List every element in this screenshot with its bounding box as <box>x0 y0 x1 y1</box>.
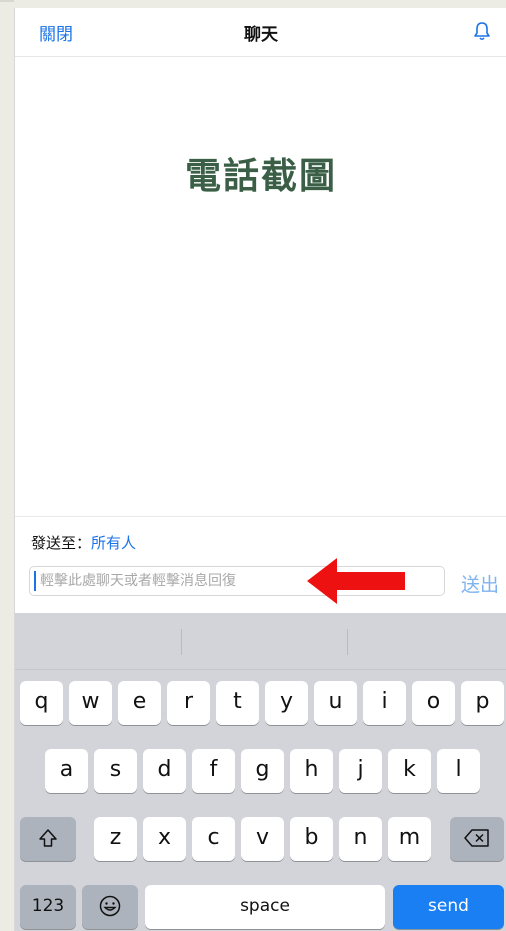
emoji-icon <box>99 895 121 917</box>
text-caret <box>34 571 36 591</box>
key-t[interactable]: t <box>216 681 259 725</box>
backspace-icon <box>464 829 489 847</box>
bell-icon[interactable] <box>471 20 493 42</box>
key-e[interactable]: e <box>118 681 161 725</box>
key-d[interactable]: d <box>143 749 186 793</box>
key-p[interactable]: p <box>461 681 504 725</box>
key-v[interactable]: v <box>241 817 284 861</box>
page-title: 聊天 <box>244 25 278 45</box>
send-button[interactable]: 送出 <box>461 570 499 597</box>
key-i[interactable]: i <box>363 681 406 725</box>
key-a[interactable]: a <box>45 749 88 793</box>
key-y[interactable]: y <box>265 681 308 725</box>
key-s[interactable]: s <box>94 749 137 793</box>
numbers-key[interactable]: 123 <box>20 885 76 929</box>
key-r[interactable]: r <box>167 681 210 725</box>
on-screen-keyboard: q w e r t y u i o p a s d f g h j k l z … <box>15 613 506 931</box>
space-key[interactable]: space <box>145 885 385 929</box>
key-o[interactable]: o <box>412 681 455 725</box>
key-m[interactable]: m <box>388 817 431 861</box>
key-c[interactable]: c <box>192 817 235 861</box>
backspace-key[interactable] <box>450 817 504 861</box>
frame-edge <box>0 0 14 2</box>
shift-key[interactable] <box>20 817 76 861</box>
key-l[interactable]: l <box>437 749 480 793</box>
divider <box>15 516 506 517</box>
key-x[interactable]: x <box>143 817 186 861</box>
key-u[interactable]: u <box>314 681 357 725</box>
chat-message-area: 電話截圖 <box>15 57 506 517</box>
suggestion-separator <box>347 629 348 655</box>
key-b[interactable]: b <box>290 817 333 861</box>
key-n[interactable]: n <box>339 817 382 861</box>
screenshot-caption: 電話截圖 <box>184 156 337 197</box>
phone-screen: 關閉 聊天 電話截圖 發送至：所有人 送出 q w e r t y <box>14 8 506 931</box>
chat-header: 關閉 聊天 <box>15 8 506 57</box>
key-f[interactable]: f <box>192 749 235 793</box>
key-j[interactable]: j <box>339 749 382 793</box>
emoji-key[interactable] <box>82 885 138 929</box>
suggestion-separator <box>181 629 182 655</box>
shift-icon <box>39 829 57 847</box>
red-arrow-left-icon <box>307 558 405 604</box>
send-to-label: 發送至： <box>31 534 92 552</box>
send-to-row: 發送至：所有人 <box>31 532 136 553</box>
send-to-target[interactable]: 所有人 <box>91 534 136 552</box>
key-q[interactable]: q <box>20 681 63 725</box>
key-w[interactable]: w <box>69 681 112 725</box>
key-k[interactable]: k <box>388 749 431 793</box>
key-g[interactable]: g <box>241 749 284 793</box>
key-h[interactable]: h <box>290 749 333 793</box>
suggestion-bar <box>15 613 506 670</box>
key-z[interactable]: z <box>94 817 137 861</box>
send-key[interactable]: send <box>393 885 504 929</box>
